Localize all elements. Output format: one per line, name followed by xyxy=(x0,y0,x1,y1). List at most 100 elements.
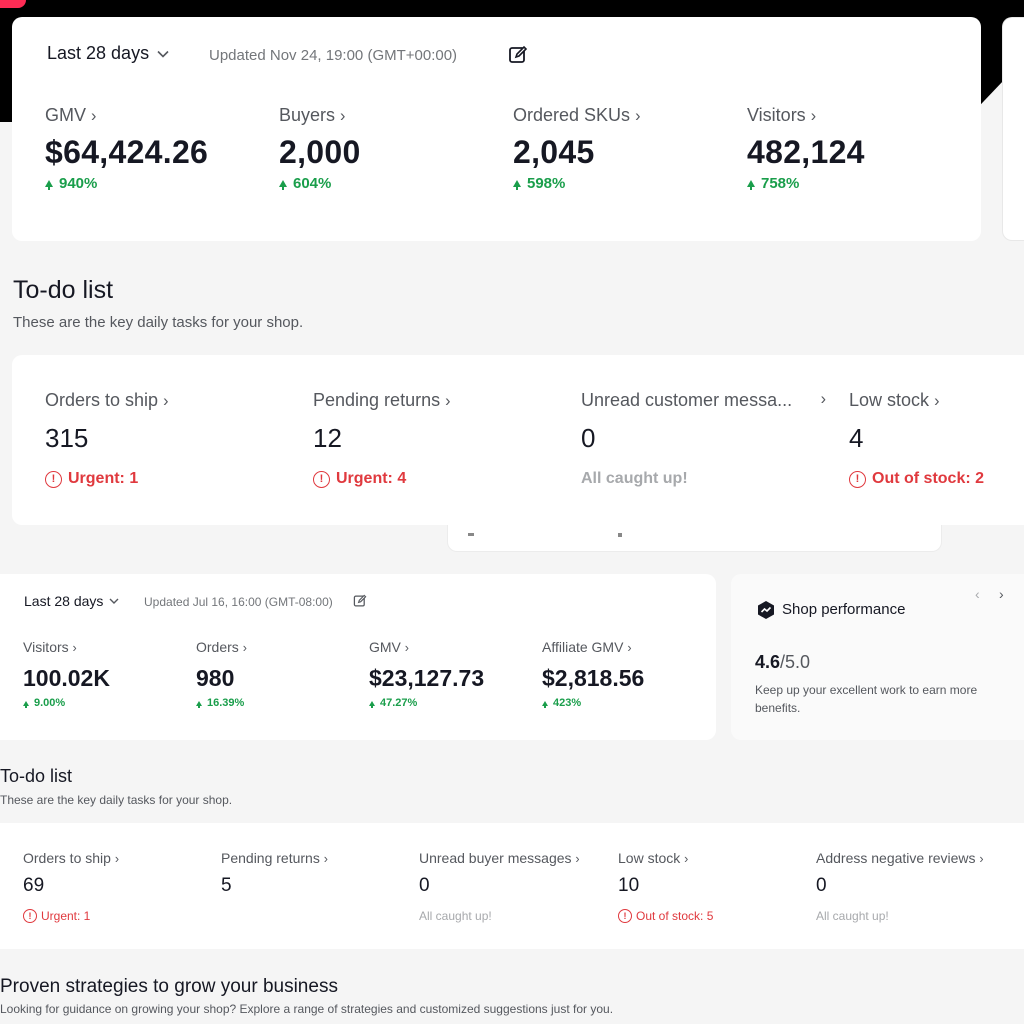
arrow-up-icon xyxy=(23,700,29,708)
todo-title: To-do list xyxy=(13,276,114,304)
todo-value: 4 xyxy=(849,423,864,453)
metric-label: Visitors xyxy=(23,639,69,655)
todo-pending-returns[interactable]: Pending returns › 5 xyxy=(221,850,328,897)
metric-change: 940% xyxy=(59,175,98,192)
todo-pending-returns[interactable]: Pending returns › 12 ! Urgent: 4 xyxy=(313,390,451,488)
metric-label: Orders xyxy=(196,639,239,655)
chevron-right-icon: › xyxy=(575,852,580,866)
shop-performance-icon xyxy=(758,601,774,619)
chevron-right-icon: › xyxy=(72,641,77,655)
todo-low-stock[interactable]: Low stock › 10 ! Out of stock: 5 xyxy=(618,850,713,923)
todo-status: Urgent: 1 xyxy=(68,470,139,487)
updated-timestamp: Updated Jul 16, 16:00 (GMT-08:00) xyxy=(144,595,333,609)
shop-performance-description: Keep up your excellent work to earn more… xyxy=(755,683,978,715)
todo-value: 0 xyxy=(581,423,596,453)
todo-value: 12 xyxy=(313,423,342,453)
updated-timestamp: Updated Nov 24, 19:00 (GMT+00:00) xyxy=(209,47,458,64)
metric-value: 100.02K xyxy=(23,665,110,691)
todo-label: Address negative reviews xyxy=(816,850,976,866)
overview-card-bottom: Last 28 days Updated Jul 16, 16:00 (GMT-… xyxy=(0,574,716,740)
strategies-subtitle: Looking for guidance on growing your sho… xyxy=(0,1002,614,1016)
metric-label: Buyers xyxy=(279,105,336,125)
todo-card-bottom: Orders to ship › 69 ! Urgent: 1 Pending r… xyxy=(0,823,1024,949)
todo-card-top: Orders to ship › 315 ! Urgent: 1 Pending … xyxy=(12,355,1024,525)
arrow-up-icon xyxy=(747,180,755,190)
todo-status: Urgent: 4 xyxy=(336,470,407,487)
todo-unread-buyer-messages[interactable]: Unread buyer messages › 0 All caught up! xyxy=(419,850,580,923)
alert-icon: ! xyxy=(313,470,330,488)
todo-status: All caught up! xyxy=(581,470,688,487)
chevron-right-icon: › xyxy=(323,852,328,866)
chevron-left-icon[interactable]: ‹ xyxy=(975,586,980,602)
metric-ordered-skus[interactable]: Ordered SKUs › 2,045 598% xyxy=(513,105,640,192)
score-value: 4.6 xyxy=(755,652,781,672)
chevron-right-icon: › xyxy=(242,641,247,655)
todo-unread-messages[interactable]: Unread customer messa... › 0 All caught u… xyxy=(581,390,826,488)
chevron-right-icon: › xyxy=(163,392,169,410)
alert-icon: ! xyxy=(849,470,866,488)
metric-change: 604% xyxy=(293,175,332,192)
metric-value: 980 xyxy=(196,665,235,691)
todo-value: 315 xyxy=(45,423,89,453)
metric-visitors[interactable]: Visitors › 100.02K 9.00% xyxy=(23,639,110,709)
todo-label: Orders to ship xyxy=(23,850,111,866)
shop-performance-title: Shop performance xyxy=(782,601,906,618)
metric-value: $2,818.56 xyxy=(542,665,645,691)
metric-change: 598% xyxy=(527,175,566,192)
edit-icon[interactable] xyxy=(508,45,528,65)
todo-orders-to-ship[interactable]: Orders to ship › 315 ! Urgent: 1 xyxy=(45,390,168,488)
chevron-right-icon: › xyxy=(114,852,120,866)
date-range-dropdown[interactable]: Last 28 days xyxy=(47,43,169,64)
todo-negative-reviews[interactable]: Address negative reviews › 0 All caught … xyxy=(816,850,984,923)
metric-label: GMV xyxy=(369,639,401,655)
arrow-up-icon xyxy=(369,700,375,708)
todo-title: To-do list xyxy=(0,766,73,786)
arrow-up-icon xyxy=(542,700,548,708)
arrow-up-icon xyxy=(279,180,287,190)
date-range-dropdown[interactable]: Last 28 days xyxy=(24,593,119,609)
metric-change: 758% xyxy=(761,175,800,192)
chevron-right-icon: › xyxy=(810,107,817,125)
metric-label: GMV xyxy=(45,105,87,125)
todo-subtitle: These are the key daily tasks for your s… xyxy=(0,793,233,807)
chevron-right-icon: › xyxy=(684,852,689,866)
chevron-right-icon: › xyxy=(91,107,97,125)
metric-change: 9.00% xyxy=(34,697,66,709)
metric-value: $64,424.26 xyxy=(45,134,209,170)
chevron-right-icon: › xyxy=(934,392,940,410)
chevron-right-icon: › xyxy=(445,392,451,410)
todo-status: Urgent: 1 xyxy=(41,909,91,923)
metric-affiliate-gmv[interactable]: Affiliate GMV › $2,818.56 423% xyxy=(542,639,644,709)
metric-gmv[interactable]: GMV › $64,424.26 940% xyxy=(45,105,208,192)
metric-buyers[interactable]: Buyers › 2,000 604% xyxy=(279,105,361,192)
metric-value: 2,000 xyxy=(279,134,361,170)
metric-visitors[interactable]: Visitors › 482,124 758% xyxy=(747,105,865,192)
brand-logo xyxy=(0,0,26,8)
todo-status: Out of stock: 5 xyxy=(636,909,714,923)
metric-change: 47.27% xyxy=(380,697,418,709)
todo-low-stock[interactable]: Low stock › 4 ! Out of stock: 2 xyxy=(849,390,984,488)
chevron-right-icon[interactable]: › xyxy=(999,586,1004,602)
metric-value: $23,127.73 xyxy=(369,665,485,691)
strategies-title: Proven strategies to grow your business xyxy=(0,976,338,997)
edit-icon[interactable] xyxy=(353,594,367,608)
todo-orders-to-ship[interactable]: Orders to ship › 69 ! Urgent: 1 xyxy=(23,850,119,923)
metric-change: 16.39% xyxy=(207,697,245,709)
todo-label: Low stock xyxy=(618,850,681,866)
chevron-right-icon: › xyxy=(627,641,632,655)
todo-subtitle: These are the key daily tasks for your s… xyxy=(13,314,304,331)
overlapping-panel-edge xyxy=(447,525,942,552)
chevron-right-icon: › xyxy=(820,390,826,408)
todo-label: Pending returns xyxy=(221,850,320,866)
metric-orders[interactable]: Orders › 980 16.39% xyxy=(196,639,247,709)
alert-icon: ! xyxy=(618,909,632,923)
todo-label: Pending returns xyxy=(313,390,441,410)
score-max: /5.0 xyxy=(780,652,811,672)
todo-label: Unread customer messa... xyxy=(581,390,793,410)
metric-label: Affiliate GMV xyxy=(542,639,624,655)
todo-value: 10 xyxy=(618,875,640,896)
metric-gmv[interactable]: GMV › $23,127.73 47.27% xyxy=(369,639,484,709)
todo-value: 0 xyxy=(419,875,430,896)
chevron-right-icon: › xyxy=(979,852,984,866)
todo-value: 5 xyxy=(221,875,232,896)
